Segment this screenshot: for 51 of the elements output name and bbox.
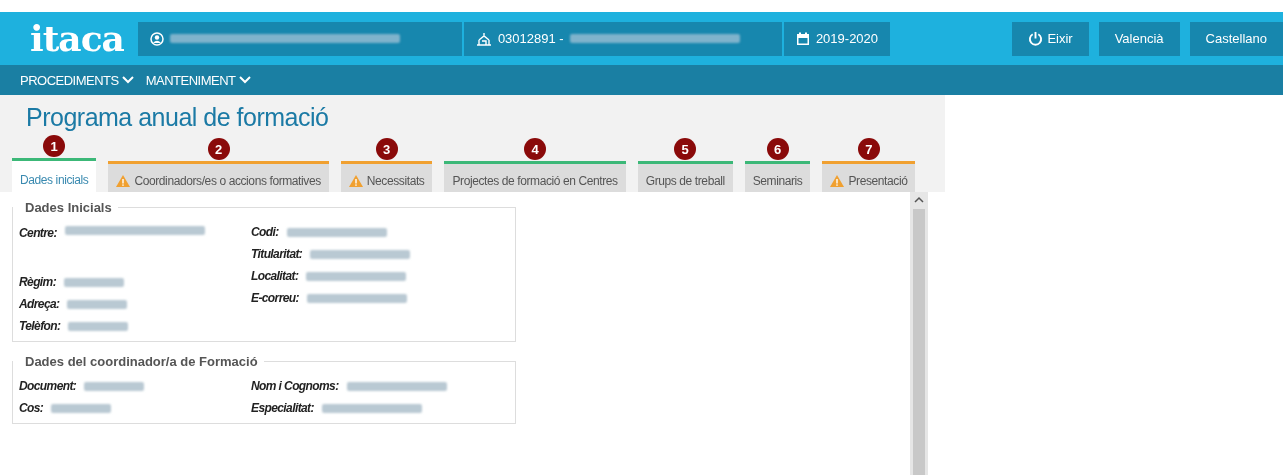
header-button[interactable]: Valencià [1098,21,1180,56]
field-label: Règim: [19,275,57,289]
tab[interactable]: Seminaris [744,161,811,192]
step-number-badge: 1 [43,135,66,157]
chevron-icon [238,76,251,84]
step-number-badge: 7 [857,138,880,160]
field-label: Centre: [19,226,57,240]
redacted-text [67,299,128,309]
user-icon [149,31,164,46]
step-number-badge: 4 [524,138,547,160]
power-icon [1028,31,1044,46]
course-year: 2019-2020 [815,31,879,46]
logo: itaca [29,16,125,61]
field-label: Telèfon: [19,319,61,333]
field-label: Titularitat: [251,247,303,261]
step-number-badge: 5 [674,138,697,160]
field-label: Document: [19,379,77,393]
tab[interactable]: Grups de treball [637,161,733,192]
tab[interactable]: Presentació [822,161,916,192]
menu-item[interactable]: MANTENIMENT [145,72,251,88]
page-title: Programa anual de formació [25,102,330,133]
field-label: Cos: [19,401,44,415]
field-label: Codi: [251,225,279,239]
centre-code: 03012891 - [497,31,564,46]
header-button[interactable]: Eixir [1012,21,1089,56]
step-number-badge: 2 [207,138,230,160]
redacted-text [64,277,125,287]
tab[interactable]: Projectes de formació en Centres [444,161,626,192]
warning-icon [116,175,131,187]
section-legend: Dades Inicials [13,200,118,215]
calendar-icon [795,31,810,46]
step-number-badge: 6 [766,138,789,160]
redacted-text [84,381,145,391]
redacted-text [51,403,112,413]
field-label: Adreça: [19,297,60,311]
tab[interactable]: Necessitats [340,161,433,192]
field-label: Nom i Cognoms: [251,379,339,393]
field-label: Localitat: [251,269,299,283]
header-button[interactable]: Castellano [1189,21,1283,56]
warning-icon [348,175,363,187]
step-number-badge: 3 [375,138,398,160]
field-label: Especialitat: [251,401,314,415]
building-icon [475,31,492,46]
chevron-icon [121,76,134,84]
warning-icon [830,175,845,187]
tab[interactable]: Dades inicials [12,158,97,192]
section-legend: Dades del coordinador/a de Formació [13,354,264,369]
field-label: E-correu: [251,291,299,305]
menu-item[interactable]: PROCEDIMENTS [20,72,134,88]
tab[interactable]: Coordinadors/es o accions formatives [108,161,329,192]
redacted-text [68,321,129,331]
